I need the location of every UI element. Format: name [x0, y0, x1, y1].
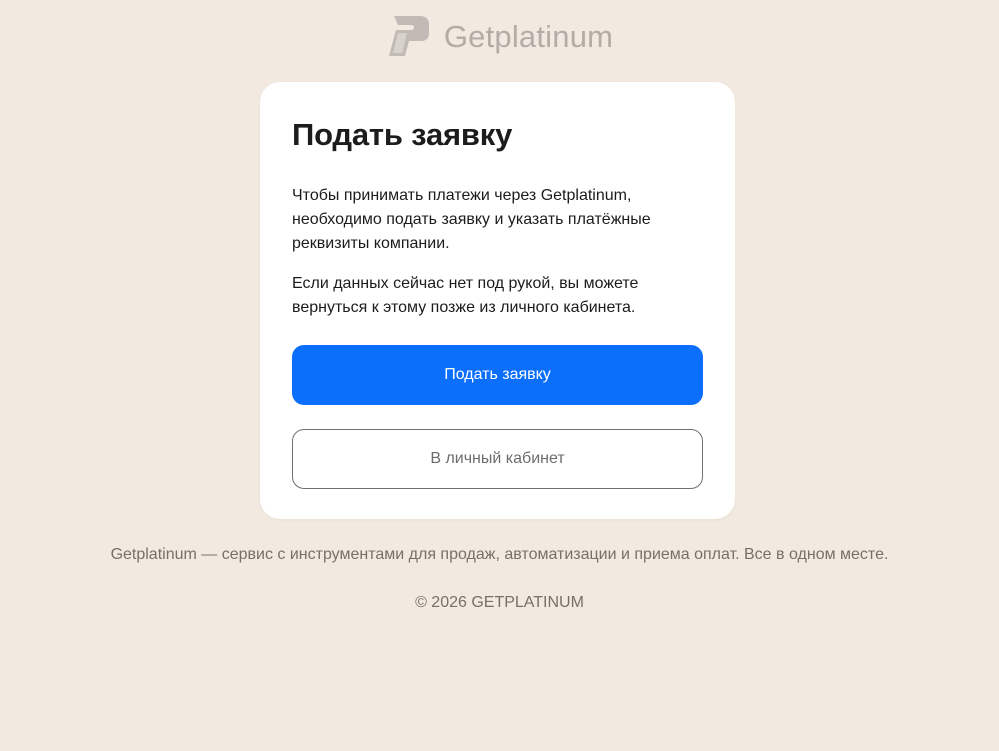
footer-copyright: © 2026 GETPLATINUM	[415, 594, 584, 611]
intro-paragraph: Чтобы принимать платежи через Getplatinu…	[292, 187, 651, 252]
later-paragraph: Если данных сейчас нет под рукой, вы мож…	[292, 275, 639, 316]
getplatinum-logo-icon	[388, 16, 429, 56]
application-card: Подать заявку Чтобы принимать платежи че…	[260, 82, 735, 519]
brand-name: Getplatinum	[443, 19, 614, 54]
brand-logo-link[interactable]: Getplatinum	[386, 15, 613, 57]
page-title: Подать заявку	[292, 117, 513, 152]
page-header: Getplatinum	[0, 14, 999, 58]
footer-description: Getplatinum — сервис с инструментами для…	[110, 546, 889, 563]
submit-application-button[interactable]: Подать заявку	[292, 345, 703, 405]
personal-account-button[interactable]: В личный кабинет	[292, 429, 703, 489]
